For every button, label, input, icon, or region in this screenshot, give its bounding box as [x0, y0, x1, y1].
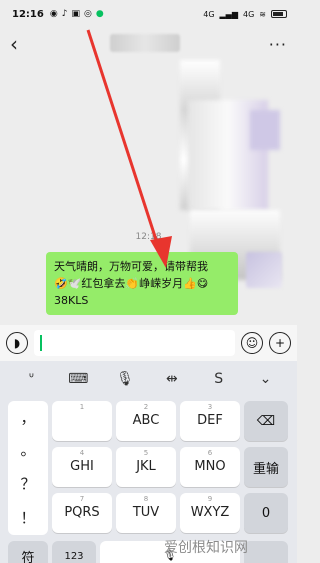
key-9-wxyz[interactable]: 9 WXYZ [180, 493, 240, 533]
symbol-key[interactable]: 符 [8, 541, 48, 563]
weibo-icon: ◎ [83, 9, 92, 19]
message-input-bar: ◗ ☺ + [0, 325, 297, 361]
key-5-jkl[interactable]: 5 JKL [116, 447, 176, 487]
punctuation-column: ， 。 ？ ！ [8, 401, 48, 535]
battery-icon [271, 10, 287, 18]
message-bubble[interactable]: 天气晴朗，万物可爱，请带帮我 🤣🕊️红包拿去👏峥嵘岁月👍😋 38KLS [46, 252, 238, 315]
chat-title-bar: ‹ ··· [0, 28, 297, 60]
numeric-key[interactable]: 123 [52, 541, 96, 563]
cursor-move-icon[interactable]: ⇹ [160, 367, 184, 391]
emoji-face-icon[interactable]: ᐡ [19, 367, 43, 391]
status-bar: 12:16 ◉ ♪ ▣ ◎ ● 4G ▂▄▆ 4G ≋ [0, 0, 297, 28]
status-indicators: 4G ▂▄▆ 4G ≋ [203, 10, 287, 19]
text-caret [40, 335, 42, 351]
chevron-down-icon[interactable]: ⌄ [254, 367, 278, 391]
more-options-icon[interactable]: ··· [269, 35, 287, 54]
plus-icon[interactable]: + [269, 332, 291, 354]
punct-key[interactable]: 。 [8, 439, 48, 460]
keyboard-icon[interactable]: ⌨ [66, 367, 90, 391]
keyboard: ᐡ ⌨ 🎙 ⇹ S ⌄ ， 。 ？ ！ 1 2 ABC 3 DEF ⌫ 4 GH… [0, 361, 297, 563]
signal-bars-icon: ▂▄▆ [219, 9, 238, 19]
dot-icon: ● [95, 9, 104, 19]
emoji-icon[interactable]: ☺ [241, 332, 263, 354]
key-1[interactable]: 1 [52, 401, 112, 441]
punct-key[interactable]: ， [8, 407, 48, 428]
avatar[interactable] [246, 252, 282, 288]
enter-key[interactable] [244, 541, 288, 563]
key-3-def[interactable]: 3 DEF [180, 401, 240, 441]
microphone-icon[interactable]: 🎙 [113, 367, 137, 391]
status-app-icons: ◉ ♪ ▣ ◎ ● [50, 9, 104, 19]
chat-area[interactable]: 12:18 天气晴朗，万物可爱，请带帮我 🤣🕊️红包拿去👏峥嵘岁月👍😋 38KL… [0, 60, 297, 325]
message-line: 38KLS [54, 294, 89, 307]
watermark: 爱创根知识网 [164, 540, 248, 556]
key-8-tuv[interactable]: 8 TUV [116, 493, 176, 533]
backspace-key[interactable]: ⌫ [244, 401, 288, 441]
message-line: 天气晴朗，万物可爱，请带帮我 [54, 260, 208, 273]
voice-icon[interactable]: ◗ [6, 332, 28, 354]
wifi-icon: ≋ [259, 9, 266, 19]
message-timestamp: 12:18 [135, 232, 162, 242]
backspace-icon: ⌫ [256, 413, 276, 429]
punct-key[interactable]: ！ [8, 507, 48, 528]
notification-icon: ◉ [49, 9, 58, 19]
signal-4g-label-2: 4G [243, 9, 255, 19]
message-input[interactable] [34, 330, 235, 356]
tiktok-icon: ♪ [61, 9, 68, 19]
back-icon[interactable]: ‹ [10, 32, 30, 56]
switch-input-icon[interactable]: S [207, 367, 231, 391]
contact-name-redacted [110, 34, 180, 52]
keyboard-toolbar: ᐡ ⌨ 🎙 ⇹ S ⌄ [0, 361, 297, 397]
key-4-ghi[interactable]: 4 GHI [52, 447, 112, 487]
redacted-image [250, 110, 280, 150]
key-0[interactable]: 0 [244, 493, 288, 533]
status-time: 12:16 [12, 8, 44, 20]
signal-4g-label: 4G [203, 9, 215, 19]
key-2-abc[interactable]: 2 ABC [116, 401, 176, 441]
message-line: 🤣🕊️红包拿去👏峥嵘岁月👍😋 [54, 277, 209, 290]
punct-key[interactable]: ？ [8, 473, 48, 494]
app-icon: ▣ [71, 9, 80, 19]
key-6-mno[interactable]: 6 MNO [180, 447, 240, 487]
reenter-key[interactable]: 重输 [244, 447, 288, 487]
key-7-pqrs[interactable]: 7 PQRS [52, 493, 112, 533]
